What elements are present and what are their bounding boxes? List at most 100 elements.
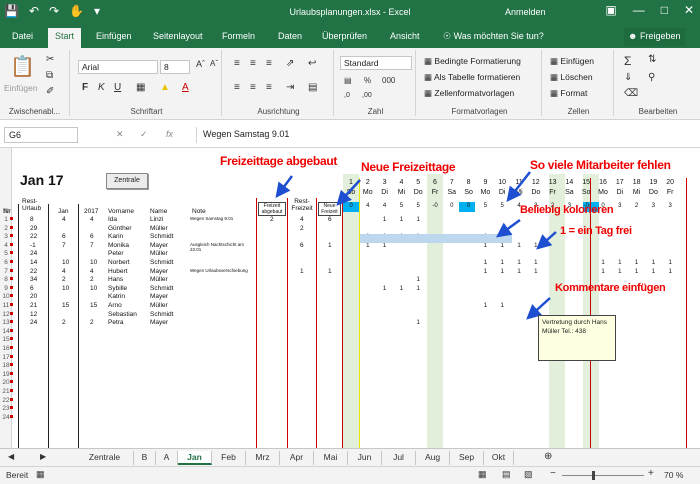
align-left-icon[interactable]: ≡	[234, 82, 240, 93]
add-sheet-icon[interactable]: ⊕	[544, 451, 552, 462]
sheet-tab[interactable]: Jul	[382, 451, 416, 465]
paste-button[interactable]: Einfügen	[4, 83, 38, 93]
autosum-icon[interactable]: Σ	[624, 54, 631, 68]
format-as-table-button[interactable]: ▦ Als Tabelle formatieren	[424, 72, 520, 83]
align-middle-icon[interactable]: ≡	[250, 58, 256, 69]
next-sheet-icon[interactable]: ▶	[40, 452, 46, 461]
tab-einfuegen[interactable]: Einfügen	[96, 31, 132, 41]
tab-formeln[interactable]: Formeln	[222, 31, 255, 41]
font-color-icon[interactable]: A	[182, 82, 189, 93]
sheet-tab[interactable]: Zentrale	[76, 451, 134, 465]
page-layout-view-icon[interactable]: ▤	[502, 469, 511, 480]
conditional-formatting-button[interactable]: ▦ Bedingte Formatierung	[424, 56, 521, 67]
copy-icon[interactable]: ⧉	[46, 70, 53, 81]
percent-icon[interactable]: %	[364, 76, 371, 85]
sheet-tab[interactable]: Jan	[178, 451, 212, 465]
tab-datei[interactable]: Datei	[12, 31, 33, 41]
thousands-icon[interactable]: 000	[382, 76, 395, 85]
fill-color-icon[interactable]: ▲	[160, 82, 170, 93]
zoom-slider[interactable]	[562, 475, 644, 476]
macro-record-icon[interactable]: ▦	[36, 469, 45, 480]
zoom-in-icon[interactable]: +	[648, 468, 654, 479]
title-bar: 💾 ↶ ↷ ✋ ▾ Urlaubsplanungen.xlsx - Excel …	[0, 0, 700, 26]
grow-font-icon[interactable]: Aˆ	[196, 59, 205, 69]
decrease-decimal-icon[interactable]: ,00	[362, 92, 372, 99]
zoom-slider-thumb[interactable]	[592, 471, 595, 480]
sheet-tab[interactable]: Feb	[212, 451, 246, 465]
underline-icon[interactable]: U	[114, 82, 121, 93]
worksheet[interactable]: Nr 1 8 4 4 Ida Linzi Wegen Samstag 9.01 2 4 6 2 29 Gü…	[0, 148, 700, 448]
number-format-select[interactable]: Standard	[340, 56, 412, 70]
align-top-icon[interactable]: ≡	[234, 58, 240, 69]
sheet-tab[interactable]: Aug	[416, 451, 450, 465]
insert-function-icon[interactable]: fx	[166, 129, 173, 139]
minimize-icon[interactable]: —	[633, 3, 645, 17]
paste-icon[interactable]: 📋	[10, 54, 35, 79]
find-select-icon[interactable]: ⚲	[648, 72, 655, 83]
cells-group: ▦ Einfügen ▦ Löschen ▦ Format Zellen	[544, 50, 614, 116]
editing-label: Bearbeiten	[638, 107, 678, 116]
formula-input[interactable]: Wegen Samstag 9.01	[196, 127, 696, 143]
italic-icon[interactable]: K	[98, 82, 105, 93]
prev-sheet-icon[interactable]: ◀	[8, 452, 14, 461]
merge-icon[interactable]: ▤	[308, 82, 317, 93]
normal-view-icon[interactable]: ▦	[478, 469, 487, 480]
tell-me-search[interactable]: ☉ Was möchten Sie tun?	[443, 31, 544, 42]
align-right-icon[interactable]: ≡	[266, 82, 272, 93]
share-button[interactable]: ☻ Freigeben	[624, 28, 685, 46]
insert-cells-button[interactable]: ▦ Einfügen	[550, 56, 594, 67]
sort-filter-icon[interactable]: ⇅	[648, 54, 656, 65]
font-size-select[interactable]: 8	[160, 60, 190, 74]
formula-bar: G6 ✕ ✓ fx Wegen Samstag 9.01	[0, 122, 700, 148]
close-icon[interactable]: ✕	[684, 3, 694, 17]
fill-icon[interactable]: ⇓	[624, 72, 632, 83]
sheet-tab[interactable]: Sep	[450, 451, 484, 465]
sheet-tab[interactable]: Apr	[280, 451, 314, 465]
status-ready: Bereit	[6, 470, 29, 480]
orientation-icon[interactable]: ⇗	[286, 58, 294, 69]
indent-icon[interactable]: ⇥	[286, 82, 294, 93]
format-cells-button[interactable]: ▦ Format	[550, 88, 587, 99]
tab-ueberpruefen[interactable]: Überprüfen	[322, 31, 367, 41]
maximize-icon[interactable]: □	[661, 3, 668, 17]
delete-cells-button[interactable]: ▦ Löschen	[550, 72, 593, 83]
sheet-tab[interactable]: Mrz	[246, 451, 280, 465]
tab-seitenlayout[interactable]: Seitenlayout	[153, 31, 203, 41]
zoom-out-icon[interactable]: −	[550, 468, 556, 479]
cell-styles-button[interactable]: ▦ Zellenformatvorlagen	[424, 88, 514, 99]
align-center-icon[interactable]: ≡	[250, 82, 256, 93]
format-painter-icon[interactable]: ✐	[46, 86, 54, 97]
signin-link[interactable]: Anmelden	[505, 7, 546, 17]
wrap-text-icon[interactable]: ↩	[308, 58, 316, 69]
bold-icon[interactable]: F	[82, 82, 88, 93]
name-box[interactable]: G6	[4, 127, 78, 143]
sheet-tab[interactable]: Jun	[348, 451, 382, 465]
increase-decimal-icon[interactable]: ,0	[344, 92, 350, 99]
arrow-freizeit-abgebaut	[275, 175, 293, 198]
sheet-tab[interactable]: Okt	[484, 451, 514, 465]
cut-icon[interactable]: ✂	[46, 54, 54, 65]
number-group: Standard ▤ % 000 ,0 ,00 Zahl	[336, 50, 416, 116]
clear-icon[interactable]: ⌫	[624, 88, 638, 99]
shrink-font-icon[interactable]: Aˇ	[210, 59, 218, 68]
tab-ansicht[interactable]: Ansicht	[390, 31, 420, 41]
font-label: Schriftart	[130, 107, 163, 116]
sheet-tab[interactable]: B	[134, 451, 156, 465]
align-bottom-icon[interactable]: ≡	[266, 58, 272, 69]
cancel-icon[interactable]: ✕	[116, 129, 124, 140]
conditional-formatting-icon: ▦	[424, 56, 435, 66]
borders-icon[interactable]: ▦	[136, 82, 145, 93]
currency-icon[interactable]: ▤	[344, 76, 352, 85]
tab-daten[interactable]: Daten	[278, 31, 302, 41]
sheet-tab[interactable]: A	[156, 451, 178, 465]
delete-cells-icon: ▦	[550, 72, 561, 82]
page-break-view-icon[interactable]: ▧	[524, 469, 533, 480]
enter-icon[interactable]: ✓	[140, 129, 148, 140]
tab-start[interactable]: Start	[48, 28, 82, 48]
arrow-neue-freizeittage	[336, 179, 361, 206]
ribbon-options-icon[interactable]: ▣	[605, 3, 616, 17]
sheet-tab[interactable]: Mai	[314, 451, 348, 465]
font-name-select[interactable]: Arial	[78, 60, 158, 74]
arrow-mitarbeiter-fehlen	[506, 171, 531, 202]
person-icon: ☻	[628, 31, 640, 41]
